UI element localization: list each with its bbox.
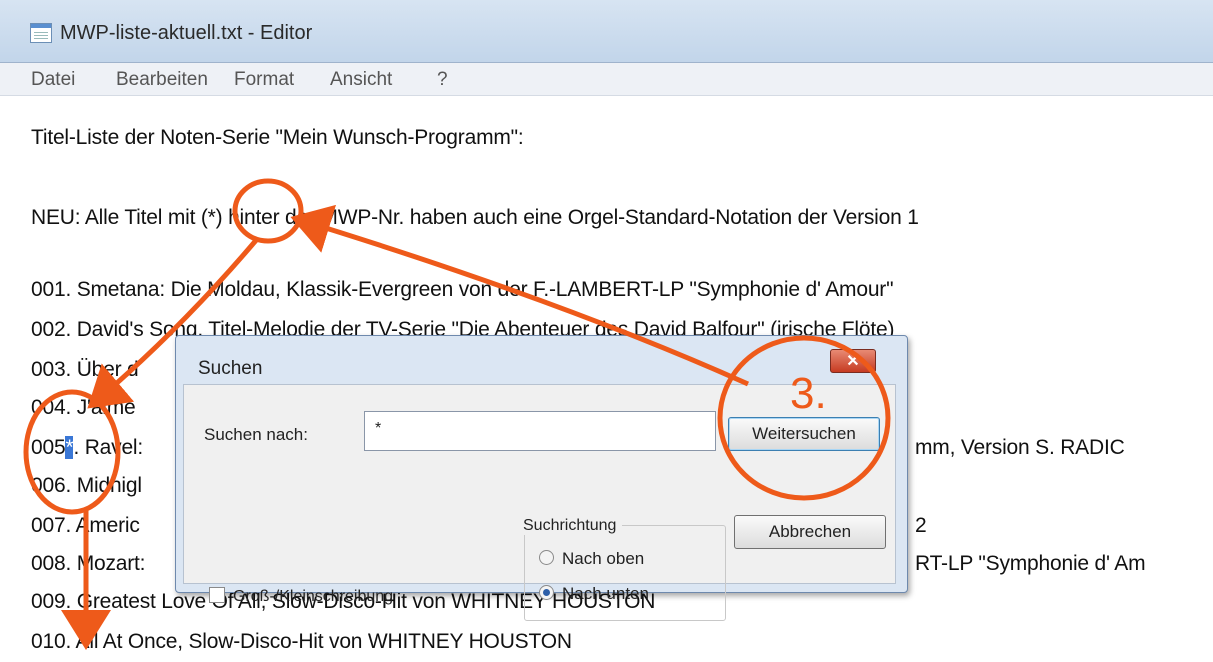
text-line: 008. Mozart: (31, 552, 146, 575)
find-label: Suchen nach: (204, 425, 308, 444)
menu-ansicht[interactable]: Ansicht (330, 69, 392, 91)
text-line: 004. J'aime (31, 396, 136, 419)
text-line: 001. Smetana: Die Moldau, Klassik-Evergr… (31, 278, 894, 301)
menu-help[interactable]: ? (437, 69, 448, 91)
dialog-body: Suchen nach: * Weitersuchen Abbrechen Su… (183, 384, 896, 621)
match-case-checkbox[interactable]: Groß-/Kleinschreibung (209, 586, 394, 606)
radio-down-icon[interactable] (539, 585, 554, 601)
radio-down-label: Nach unten (562, 584, 649, 603)
text-line: 003. Über d (31, 358, 139, 381)
menu-format[interactable]: Format (234, 69, 294, 91)
radio-up[interactable]: Nach oben (539, 549, 644, 569)
match-case-label: Groß-/Kleinschreibung (233, 588, 394, 605)
text-line: 006. Midnigl (31, 474, 142, 497)
line-text: . Ravel: (73, 436, 144, 459)
find-next-button[interactable]: Weitersuchen (728, 417, 880, 451)
menu-bar: Datei Bearbeiten Format Ansicht ? (0, 63, 1213, 96)
direction-group (524, 525, 726, 621)
text-line-tail: RT-LP "Symphonie d' Am (915, 552, 1146, 575)
checkbox-icon[interactable] (209, 586, 225, 603)
text-line: Titel-Liste der Noten-Serie "Mein Wunsch… (31, 126, 524, 149)
radio-down[interactable]: Nach unten (539, 584, 649, 604)
close-button[interactable]: ✕ (830, 349, 876, 373)
text-line-tail: mm, Version S. RADIC (915, 436, 1125, 459)
find-dialog: Suchen ✕ Suchen nach: * Weitersuchen Abb… (175, 335, 908, 621)
text-line: 010. All At Once, Slow-Disco-Hit von WHI… (31, 630, 572, 653)
text-line: 007. Americ (31, 514, 140, 537)
radio-up-icon[interactable] (539, 550, 554, 566)
dialog-title: Suchen (198, 358, 263, 379)
menu-datei[interactable]: Datei (31, 69, 75, 91)
line-number: 005 (31, 436, 66, 459)
notepad-icon (30, 23, 52, 43)
radio-up-label: Nach oben (562, 549, 645, 568)
cancel-button[interactable]: Abbrechen (734, 515, 886, 549)
text-line: NEU: Alle Titel mit (*) hinter der MWP-N… (31, 206, 919, 229)
menu-bearbeiten[interactable]: Bearbeiten (116, 69, 208, 91)
find-input[interactable]: * (364, 411, 716, 451)
text-line-tail: 2 (915, 514, 927, 537)
direction-label: Suchrichtung (517, 517, 623, 535)
close-icon: ✕ (846, 353, 860, 370)
text-line: 005*. Ravel: (31, 436, 143, 460)
title-bar: MWP-liste-aktuell.txt - Editor (0, 0, 1213, 63)
window-title: MWP-liste-aktuell.txt - Editor (60, 22, 313, 44)
